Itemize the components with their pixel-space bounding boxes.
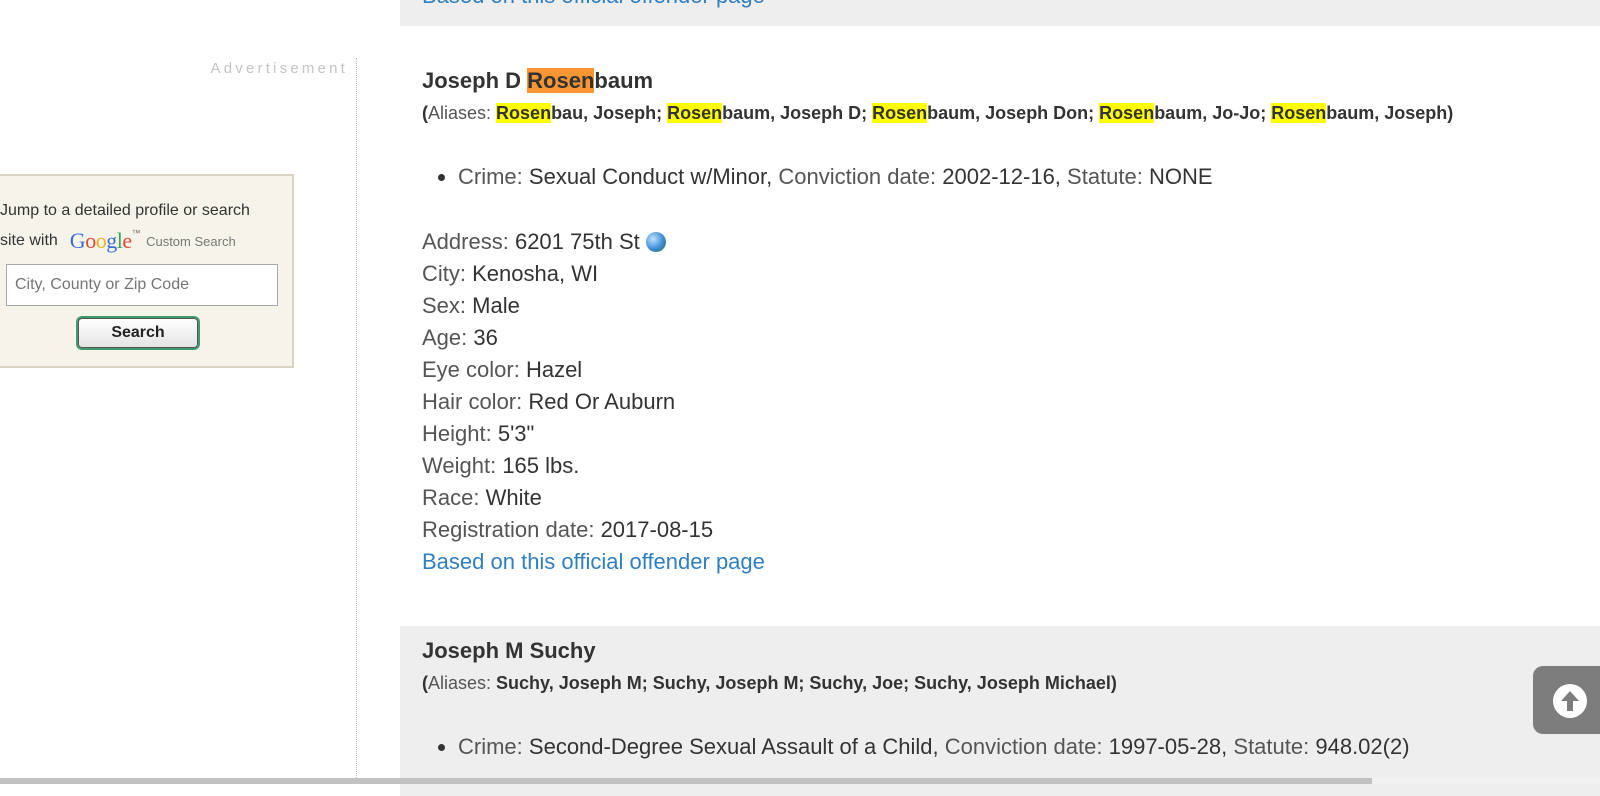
hair-color-value: Red Or Auburn: [528, 389, 676, 414]
google-tm: ™: [131, 228, 141, 238]
address-label: Address:: [422, 229, 509, 254]
official-page-link[interactable]: Based on this official offender page: [422, 549, 765, 575]
city-value: Kenosha, WI: [472, 261, 599, 286]
sex-value: Male: [472, 293, 520, 318]
name-highlight: Rosen: [527, 68, 595, 93]
aliases-value: Suchy, Joseph M; Suchy, Joseph M; Suchy,…: [496, 673, 1117, 693]
race-label: Race:: [422, 485, 480, 510]
statute-value: NONE: [1149, 164, 1213, 189]
aliases-label: Aliases:: [428, 673, 492, 693]
offender-record: Joseph D Rosenbaum (Aliases: Rosenbau, J…: [400, 26, 1600, 626]
statute-label: Statute:: [1067, 164, 1143, 189]
search-button[interactable]: Search: [78, 318, 198, 348]
main-content: Based on this official offender page Jos…: [400, 0, 1600, 796]
height-value: 5'3": [497, 421, 535, 446]
offender-record: Joseph M Suchy (Aliases: Suchy, Joseph M…: [400, 626, 1600, 796]
height-label: Height:: [422, 421, 492, 446]
city-row: City: Kenosha, WI: [422, 261, 598, 287]
address-value: 6201 75th St: [514, 229, 640, 254]
google-logo: Google™: [69, 228, 141, 253]
address-row: Address: 6201 75th St: [422, 229, 666, 255]
eye-color-value: Hazel: [525, 357, 583, 382]
weight-label: Weight:: [422, 453, 497, 478]
sidebar: Advertisement Jump to a detailed profile…: [0, 0, 356, 784]
eye-color-label: Eye color:: [422, 357, 520, 382]
aliases-label: Aliases:: [428, 103, 492, 123]
eye-color-row: Eye color: Hazel: [422, 357, 582, 383]
race-value: White: [485, 485, 542, 510]
custom-search-label: Custom Search: [146, 233, 236, 249]
horizontal-scrollbar[interactable]: [0, 778, 1600, 784]
city-label: City:: [422, 261, 466, 286]
height-row: Height: 5'3": [422, 421, 534, 447]
crime-list: Crime: Sexual Conduct w/Minor, Convictio…: [400, 164, 1213, 190]
crime-item: Crime: Second-Degree Sexual Assault of a…: [458, 734, 1410, 760]
conviction-label: Conviction date:: [778, 164, 937, 189]
search-prompt-site-with: site with: [0, 232, 58, 249]
conviction-date: 2002-12-16,: [942, 164, 1061, 189]
alias-rest: baum, Joseph: [1326, 103, 1448, 123]
crime-value: Second-Degree Sexual Assault of a Child,: [528, 734, 939, 759]
horizontal-scrollbar-thumb[interactable]: [0, 778, 1372, 784]
sex-row: Sex: Male: [422, 293, 520, 319]
crime-label: Crime:: [458, 734, 523, 759]
official-page-link[interactable]: Based on this official offender page: [422, 0, 765, 9]
offender-name: Joseph M Suchy: [422, 638, 596, 663]
crime-list: Crime: Second-Degree Sexual Assault of a…: [400, 734, 1410, 760]
offender-record-previous: Based on this official offender page: [400, 0, 1600, 26]
sex-label: Sex:: [422, 293, 467, 318]
crime-item: Crime: Sexual Conduct w/Minor, Convictio…: [458, 164, 1213, 190]
alias-rest: bau, Joseph: [551, 103, 657, 123]
age-value: 36: [473, 325, 498, 350]
alias-highlight: Rosen: [496, 103, 552, 123]
alias-rest: baum, Jo-Jo: [1154, 103, 1261, 123]
hair-color-label: Hair color:: [422, 389, 523, 414]
registration-label: Registration date:: [422, 517, 595, 542]
statute-label: Statute:: [1233, 734, 1310, 759]
crime-value: Sexual Conduct w/Minor,: [528, 164, 773, 189]
registration-row: Registration date: 2017-08-15: [422, 517, 713, 543]
weight-row: Weight: 165 lbs.: [422, 453, 579, 479]
hair-color-row: Hair color: Red Or Auburn: [422, 389, 675, 415]
aliases: (Aliases: Suchy, Joseph M; Suchy, Joseph…: [422, 673, 1117, 693]
alias-highlight: Rosen: [667, 103, 723, 123]
conviction-label: Conviction date:: [944, 734, 1103, 759]
search-input[interactable]: [6, 264, 278, 306]
age-row: Age: 36: [422, 325, 498, 351]
weight-value: 165 lbs.: [502, 453, 580, 478]
search-prompt-line2: site with Google™ Custom Search: [0, 228, 236, 254]
registration-date: 2017-08-15: [600, 517, 714, 542]
offender-name: Joseph D Rosenbaum: [422, 68, 653, 94]
conviction-date: 1997-05-28,: [1108, 734, 1228, 759]
race-row: Race: White: [422, 485, 542, 511]
scroll-to-top-button[interactable]: [1533, 666, 1600, 734]
name-first: Joseph D: [422, 68, 528, 93]
sidebar-divider: [356, 58, 357, 784]
alias-rest: baum, Joseph Don: [927, 103, 1089, 123]
google-search-box: Jump to a detailed profile or search sit…: [0, 174, 294, 368]
alias-highlight: Rosen: [872, 103, 928, 123]
globe-icon[interactable]: [645, 232, 666, 252]
name-rest: baum: [594, 68, 654, 93]
statute-value: 948.02(2): [1315, 734, 1410, 759]
age-label: Age:: [422, 325, 468, 350]
search-prompt-line1: Jump to a detailed profile or search: [0, 202, 250, 219]
alias-rest: baum, Joseph D: [722, 103, 862, 123]
advertisement-label: Advertisement: [210, 60, 348, 77]
alias-highlight: Rosen: [1271, 103, 1327, 123]
alias-highlight: Rosen: [1099, 103, 1155, 123]
crime-label: Crime:: [458, 164, 523, 189]
arrow-up-circle-icon: [1561, 691, 1579, 711]
aliases: (Aliases: Rosenbau, Joseph; Rosenbaum, J…: [422, 103, 1454, 123]
